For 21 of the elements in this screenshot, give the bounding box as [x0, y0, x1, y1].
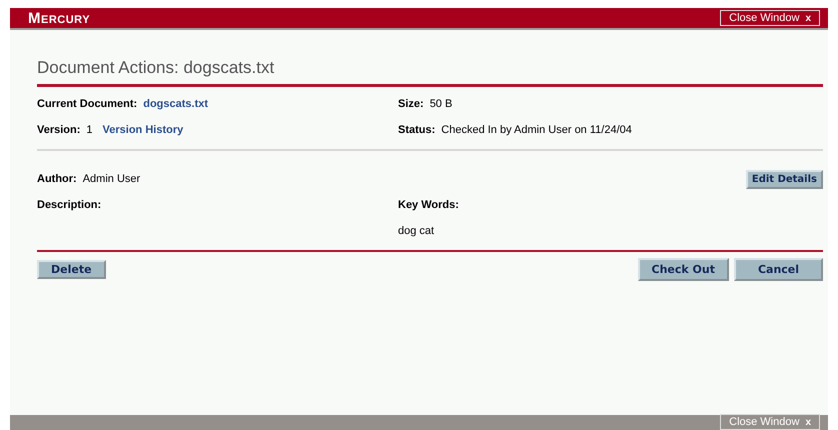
field-label: Size:	[398, 98, 424, 110]
action-button[interactable]: Cancel	[734, 258, 823, 281]
edit-details-button[interactable]: Edit Details	[746, 170, 823, 188]
document-link[interactable]: dogscats.txt	[143, 98, 208, 110]
field-value: 50 B	[430, 98, 452, 110]
logo: Mercury	[28, 10, 90, 26]
close-window-button[interactable]: Close Window x	[720, 10, 820, 26]
field-value: dog cat	[398, 225, 434, 237]
field-value: 1	[86, 124, 93, 136]
action-button[interactable]: Check Out	[638, 258, 729, 281]
field-label: Author:	[37, 173, 77, 185]
field-label: Current Document:	[37, 98, 138, 110]
field-value: Admin User	[82, 173, 140, 185]
history-link[interactable]: Version History	[102, 124, 184, 136]
page-title: Document Actions: dogscats.txt	[37, 58, 276, 79]
field-label: Version:	[37, 124, 80, 136]
field-value: Checked In by Admin User on 11/24/04	[441, 124, 632, 136]
field-label: Status:	[398, 124, 436, 136]
field-label: Key Words:	[398, 199, 459, 211]
delete-button[interactable]: Delete	[37, 260, 106, 279]
field-label: Description:	[37, 199, 102, 211]
